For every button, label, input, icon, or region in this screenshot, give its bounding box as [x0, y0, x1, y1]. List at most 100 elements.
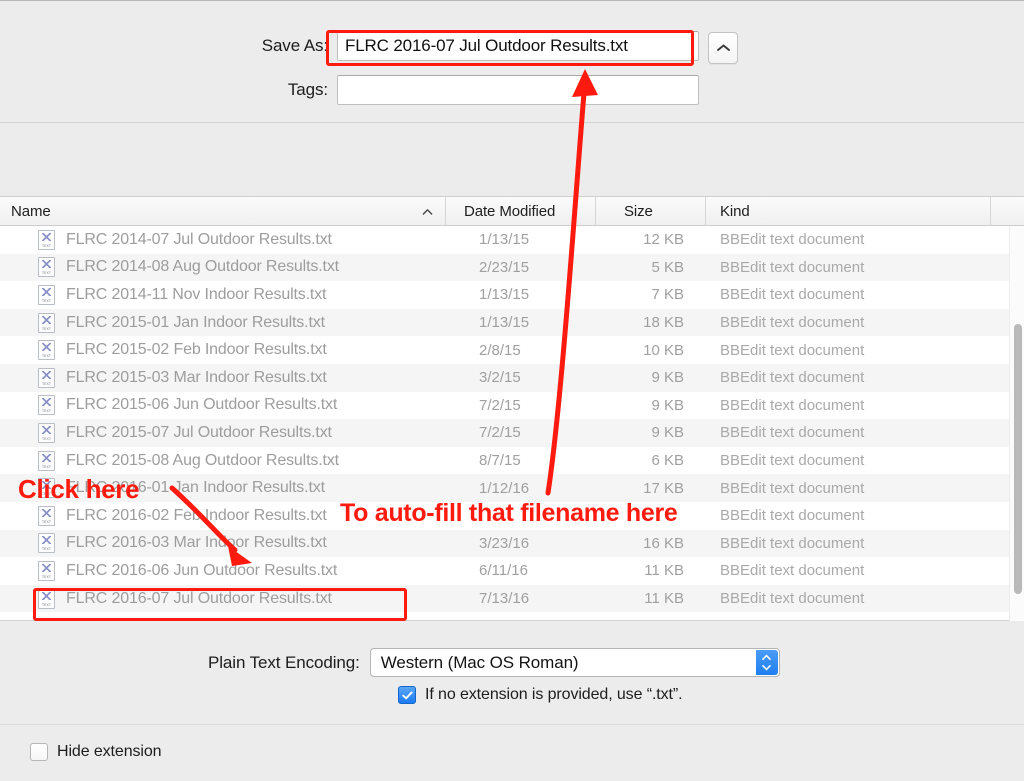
encoding-row: Plain Text Encoding: Western (Mac OS Rom…	[208, 648, 780, 677]
file-name-cell: FLRC 2015-06 Jun Outdoor Results.txt	[0, 395, 446, 416]
file-date-cell: 1/13/15	[479, 286, 530, 304]
file-kind-cell: BBEdit text document	[720, 479, 865, 497]
select-stepper-icon	[755, 650, 778, 675]
file-size-cell: 17 KB	[643, 479, 684, 497]
file-name-label: FLRC 2015-03 Mar Indoor Results.txt	[66, 368, 327, 386]
table-row[interactable]: FLRC 2016-01 Jan Indoor Results.txt 1/12/…	[0, 474, 1024, 502]
checkmark-icon	[401, 691, 413, 699]
save-dialog-header: Save As: FLRC 2016-07 Jul Outdoor Result…	[0, 1, 1024, 122]
encoding-select[interactable]: Western (Mac OS Roman)	[369, 648, 780, 677]
default-extension-label: If no extension is provided, use “.txt”.	[425, 686, 683, 703]
file-name-cell: FLRC 2015-03 Mar Indoor Results.txt	[0, 367, 446, 388]
file-name-cell: FLRC 2014-07 Jul Outdoor Results.txt	[0, 229, 446, 250]
finder-toolbar: Track Results Search	[0, 122, 1024, 302]
text-document-icon	[38, 450, 55, 471]
save-as-input[interactable]: FLRC 2016-07 Jul Outdoor Results.txt	[337, 31, 699, 61]
file-name-cell: FLRC 2016-03 Mar Indoor Results.txt	[0, 533, 446, 554]
file-size-cell: 16 KB	[643, 534, 684, 552]
file-size-cell: 11 KB	[644, 562, 684, 580]
save-options-panel: Plain Text Encoding: Western (Mac OS Rom…	[0, 621, 1024, 724]
file-name-label: FLRC 2015-02 Feb Indoor Results.txt	[66, 341, 327, 359]
save-as-row: Save As: FLRC 2016-07 Jul Outdoor Result…	[244, 31, 699, 61]
table-row[interactable]: FLRC 2015-08 Aug Outdoor Results.txt 8/7/…	[0, 447, 1024, 475]
file-name-cell: FLRC 2014-11 Nov Indoor Results.txt	[0, 284, 446, 305]
file-name-label: FLRC 2015-01 Jan Indoor Results.txt	[66, 313, 325, 331]
file-date-cell: 3/2/15	[479, 369, 521, 387]
file-size-cell: 10 KB	[643, 341, 684, 359]
file-name-label: FLRC 2016-03 Mar Indoor Results.txt	[66, 534, 327, 552]
file-kind-cell: BBEdit text document	[720, 369, 865, 387]
table-row[interactable]: FLRC 2016-06 Jun Outdoor Results.txt 6/11…	[0, 557, 1024, 585]
file-kind-cell: BBEdit text document	[720, 231, 865, 249]
file-size-cell: 11 KB	[644, 590, 684, 608]
table-row[interactable]: FLRC 2015-01 Jan Indoor Results.txt 1/13/…	[0, 308, 1024, 337]
text-document-icon	[38, 395, 55, 416]
file-kind-cell: BBEdit text document	[720, 424, 865, 442]
default-extension-checkbox[interactable]	[398, 686, 416, 704]
file-size-cell: 7 KB	[651, 286, 684, 304]
column-header-kind[interactable]: Kind	[706, 197, 991, 225]
column-header-date-label: Date Modified	[464, 202, 556, 220]
hide-extension-checkbox[interactable]	[30, 743, 48, 761]
table-row[interactable]: FLRC 2015-03 Mar Indoor Results.txt 3/2/1…	[0, 363, 1024, 392]
file-size-cell: 9 KB	[651, 396, 684, 414]
text-document-icon	[38, 367, 55, 388]
file-name-cell: FLRC 2015-02 Feb Indoor Results.txt	[0, 340, 446, 361]
table-row[interactable]: FLRC 2016-07 Jul Outdoor Results.txt 7/13…	[0, 584, 1024, 613]
file-size-cell: 12 KB	[643, 231, 684, 249]
chevron-up-icon	[716, 44, 730, 51]
file-size-cell: 18 KB	[643, 314, 684, 332]
column-header-spacer	[991, 197, 1024, 225]
file-kind-cell: BBEdit text document	[720, 396, 865, 414]
column-header-name[interactable]: Name	[0, 197, 446, 225]
file-list-header: Name Date Modified Size Kind	[0, 196, 1024, 226]
file-date-cell: 6/11/16	[479, 562, 528, 580]
text-document-icon	[38, 560, 55, 581]
file-kind-cell: BBEdit text document	[720, 258, 865, 276]
table-row[interactable]: FLRC 2016-03 Mar Indoor Results.txt 3/23/…	[0, 529, 1024, 558]
default-extension-row[interactable]: If no extension is provided, use “.txt”.	[398, 686, 683, 704]
file-date-cell: 1/13/15	[479, 314, 530, 332]
file-kind-cell: BBEdit text document	[720, 562, 865, 580]
column-header-kind-label: Kind	[720, 202, 750, 220]
file-date-cell: 8/7/15	[479, 452, 521, 470]
file-kind-cell: BBEdit text document	[720, 507, 865, 525]
tags-label: Tags:	[287, 80, 328, 99]
file-name-label: FLRC 2016-01 Jan Indoor Results.txt	[66, 479, 325, 497]
save-as-label: Save As:	[261, 36, 328, 55]
table-row[interactable]: FLRC 2015-06 Jun Outdoor Results.txt 7/2/…	[0, 392, 1024, 420]
text-document-icon	[38, 284, 55, 305]
tags-input[interactable]	[337, 75, 699, 105]
text-document-icon	[38, 340, 55, 361]
file-name-cell: FLRC 2016-02 Feb Indoor Results.txt	[0, 505, 446, 526]
table-row[interactable]: FLRC 2015-02 Feb Indoor Results.txt 2/8/1…	[0, 336, 1024, 364]
file-size-cell: 9 KB	[651, 369, 684, 387]
column-header-size[interactable]: Size	[596, 197, 706, 225]
table-row[interactable]: FLRC 2014-08 Aug Outdoor Results.txt 2/23…	[0, 253, 1024, 282]
file-date-cell: 7/13/16	[479, 590, 530, 608]
dialog-footer: Hide extension New Folder Cancel Save	[0, 724, 1024, 781]
text-document-icon	[38, 478, 55, 499]
encoding-label: Plain Text Encoding:	[208, 652, 360, 672]
file-date-cell: 7/2/15	[479, 424, 521, 442]
hide-extension-row[interactable]: Hide extension	[30, 743, 162, 761]
file-name-label: FLRC 2014-11 Nov Indoor Results.txt	[66, 285, 327, 303]
file-name-label: FLRC 2016-06 Jun Outdoor Results.txt	[66, 561, 338, 579]
table-row[interactable]: FLRC 2015-07 Jul Outdoor Results.txt 7/2/…	[0, 419, 1024, 447]
file-name-cell: FLRC 2016-07 Jul Outdoor Results.txt	[0, 588, 446, 609]
scrollbar-thumb[interactable]	[1013, 324, 1022, 594]
table-row[interactable]: FLRC 2014-07 Jul Outdoor Results.txt 1/13…	[0, 226, 1024, 254]
table-row[interactable]: FLRC 2016-02 Feb Indoor Results.txt BBEdi…	[0, 502, 1024, 530]
file-kind-cell: BBEdit text document	[720, 452, 865, 470]
text-document-icon	[38, 312, 55, 333]
vertical-scrollbar[interactable]	[1009, 226, 1024, 621]
file-list[interactable]: FLRC 2014-07 Jul Outdoor Results.txt 1/13…	[0, 226, 1024, 621]
column-header-date-modified[interactable]: Date Modified	[446, 197, 596, 225]
tags-row: Tags:	[244, 75, 699, 105]
table-row[interactable]: FLRC 2014-11 Nov Indoor Results.txt 1/13/…	[0, 281, 1024, 309]
text-document-icon	[38, 422, 55, 443]
file-name-cell: FLRC 2016-01 Jan Indoor Results.txt	[0, 478, 446, 499]
file-kind-cell: BBEdit text document	[720, 341, 865, 359]
file-name-label: FLRC 2015-06 Jun Outdoor Results.txt	[66, 396, 338, 414]
collapse-panel-button[interactable]	[708, 32, 738, 64]
